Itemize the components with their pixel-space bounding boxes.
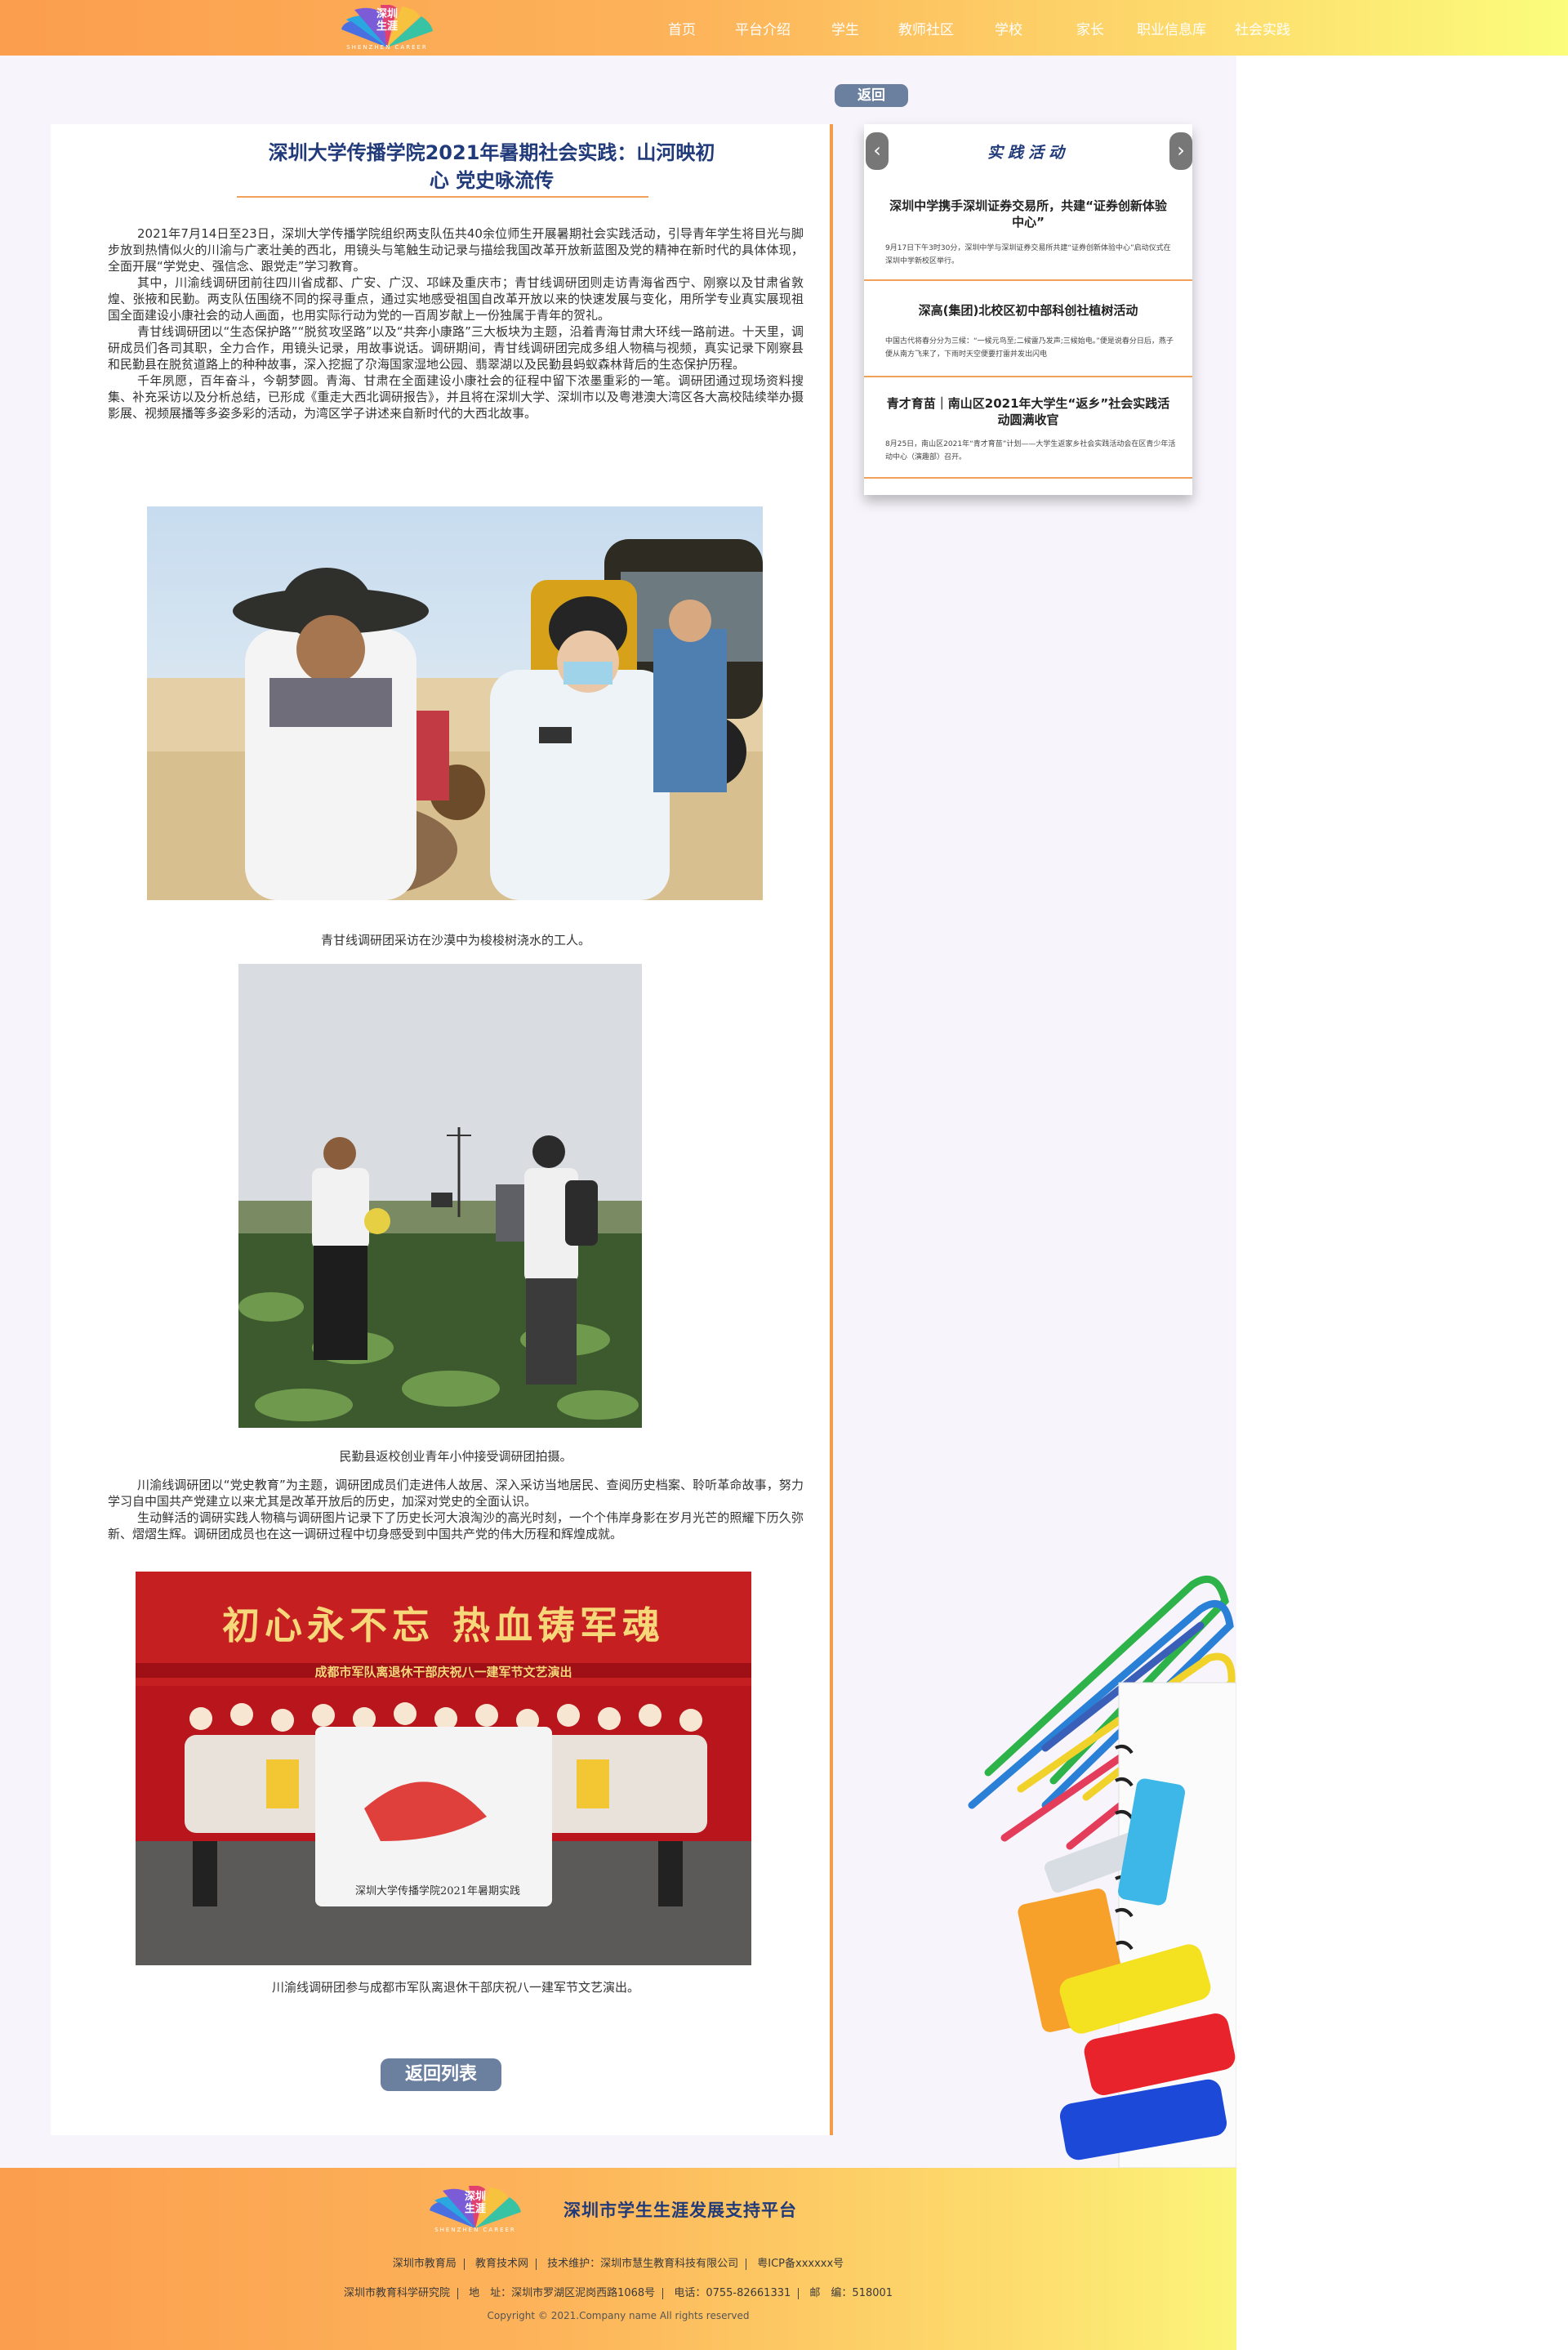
footer-address: 地 址：深圳市罗湖区泥岗西路1068号 — [469, 2287, 656, 2299]
article-title: 深圳大学传播学院2021年暑期社会实践：山河映初心 党史咏流传 — [268, 141, 715, 192]
nav-parent[interactable]: 家长 — [1076, 18, 1104, 38]
logo-text-line1: 深圳 — [464, 2191, 486, 2203]
news-summary: 9月17日下午3时30分，深圳中学与深圳证券交易所共建“证券创新体验中心”启动仪… — [885, 244, 1171, 265]
nav-career-database[interactable]: 职业信息库 — [1137, 18, 1206, 38]
footer-postcode: 邮 编：518001 — [809, 2287, 893, 2299]
back-to-list-button[interactable]: 返回列表 — [381, 2058, 501, 2091]
chevron-right-icon[interactable]: › — [1169, 132, 1192, 170]
article-card: 深圳大学传播学院2021年暑期社会实践：山河映初心 党史咏流传 2021年7月1… — [51, 124, 831, 2135]
logo-text-line2: 生涯 — [376, 20, 398, 33]
stationery-decoration — [968, 1575, 1236, 2168]
banner-slogan: 初心永不忘 热血铸军魂 — [221, 1603, 665, 1648]
sidebar-news-item[interactable]: 深高(集团)北校区初中部科创社植树活动 中国古代将春分分为三候：“一候元鸟至;二… — [864, 281, 1192, 377]
nav-student[interactable]: 学生 — [831, 18, 859, 38]
news-title: 深圳中学携手深圳证券交易所，共建“证券创新体验中心” — [889, 198, 1167, 230]
paragraph: 青甘线调研团以“生态保护路”“脱贫攻坚路”以及“共奔小康路”三大板块为主题，沿着… — [108, 324, 804, 372]
footer-info-line2: 深圳市教育科学研究院 地 址：深圳市罗湖区泥岗西路1068号 电话：0755-8… — [0, 2284, 1236, 2299]
top-header: 深圳 生涯 SHENZHEN CAREER 首页 平台介绍 学生 教师社区 学校… — [0, 0, 1568, 56]
article-divider — [830, 124, 833, 2135]
paragraph: 千年夙愿，百年奋斗，今朝梦圆。青海、甘肃在全面建设小康社会的征程中留下浓墨重彩的… — [108, 373, 804, 421]
logo-text-line1: 深圳 — [376, 8, 398, 20]
banner-subtitle: 成都市军队离退休干部庆祝八一建军节文艺演出 — [314, 1665, 572, 1679]
photo-caption: 青甘线调研团采访在沙漠中为梭梭树浇水的工人。 — [320, 933, 590, 948]
paragraph: 2021年7月14日至23日，深圳大学传播学院组织两支队伍共40余位师生开展暑期… — [108, 226, 804, 274]
news-summary: 8月25日，南山区2021年“青才育苗”计划——大学生返家乡社会实践活动会在区青… — [885, 440, 1176, 462]
news-title: 深高(集团)北校区初中部科创社植树活动 — [918, 303, 1138, 318]
footer-tech-maintenance: 技术维护：深圳市慧生教育科技有限公司 — [547, 2258, 739, 2270]
logo-english: SHENZHEN CAREER — [434, 2227, 516, 2233]
photo-caption: 民勤县返校创业青年小仲接受调研团拍摄。 — [339, 1449, 572, 1464]
news-summary: 中国古代将春分分为三候：“一候元鸟至;二候雷乃发声;三候始电。”便是说春分日后，… — [885, 337, 1174, 359]
footer-institute: 深圳市教育科学研究院 — [343, 2287, 450, 2299]
practice-sidebar: ‹ 实践活动 › 深圳中学携手深圳证券交易所，共建“证券创新体验中心” 9月17… — [864, 124, 1192, 495]
sidebar-news-item[interactable]: 深圳中学携手深圳证券交易所，共建“证券创新体验中心” 9月17日下午3时30分，… — [864, 185, 1192, 281]
sidebar-title: 实践活动 — [987, 144, 1069, 162]
article-body-block1: 2021年7月14日至23日，深圳大学传播学院组织两支队伍共40余位师生开展暑期… — [108, 225, 804, 421]
back-button[interactable]: 返回 — [835, 84, 908, 107]
paragraph: 其中，川渝线调研团前往四川省成都、广安、广汉、邛崃及重庆市；青甘线调研团则走访青… — [108, 275, 804, 323]
news-title: 青才育苗｜南山区2021年大学生“返乡”社会实践活动圆满收官 — [886, 396, 1170, 427]
title-underline — [237, 196, 648, 198]
nav-teacher-community[interactable]: 教师社区 — [898, 18, 954, 38]
article-body-block2: 川渝线调研团以“党史教育”为主题，调研团成员们走进伟人故居、深入采访当地居民、查… — [108, 1477, 804, 1542]
photo-desert-interview — [147, 506, 763, 900]
footer-copyright: Copyright © 2021.Company name All rights… — [487, 2310, 750, 2321]
paragraph: 生动鲜活的调研实践人物稿与调研图片记录下了历史长河大浪淘沙的高光时刻，一个个伟岸… — [108, 1510, 804, 1541]
footer-link-education-bureau[interactable]: 深圳市教育局 — [393, 2258, 457, 2270]
paragraph: 川渝线调研团以“党史教育”为主题，调研团成员们走进伟人故居、深入采访当地居民、查… — [108, 1478, 804, 1509]
site-logo[interactable]: 深圳 生涯 SHENZHEN CAREER — [330, 2, 444, 54]
footer-platform-title: 深圳市学生生涯发展支持平台 — [564, 2201, 797, 2220]
nav-platform-intro[interactable]: 平台介绍 — [735, 18, 791, 38]
footer-phone: 电话：0755-82661331 — [674, 2287, 791, 2299]
logo-text-line2: 生涯 — [464, 2203, 486, 2215]
nav-school[interactable]: 学校 — [995, 18, 1022, 38]
nav-social-practice[interactable]: 社会实践 — [1235, 18, 1290, 38]
logo-english: SHENZHEN CAREER — [346, 44, 428, 51]
footer-logo[interactable]: 深圳 生涯 SHENZHEN CAREER — [418, 2183, 532, 2236]
photo-caption: 川渝线调研团参与成都市军队离退休干部庆祝八一建军节文艺演出。 — [271, 1980, 639, 1995]
right-margin — [1236, 56, 1568, 2350]
site-footer: 深圳 生涯 SHENZHEN CAREER 深圳市学生生涯发展支持平台 深圳市教… — [0, 2168, 1236, 2350]
footer-link-edu-tech[interactable]: 教育技术网 — [475, 2258, 528, 2270]
nav-home[interactable]: 首页 — [668, 18, 696, 38]
photo-group-performance: 初心永不忘 热血铸军魂 成都市军队离退休干部庆祝八一建军节文艺演出 深圳大学传播… — [136, 1572, 751, 1965]
sidebar-news-item[interactable]: 青才育苗｜南山区2021年大学生“返乡”社会实践活动圆满收官 8月25日，南山区… — [864, 377, 1192, 479]
footer-icp[interactable]: 粤ICP备xxxxxx号 — [757, 2258, 844, 2270]
photo-melon-field — [238, 964, 642, 1428]
footer-info-line1: 深圳市教育局 教育技术网 技术维护：深圳市慧生教育科技有限公司 粤ICP备xxx… — [0, 2254, 1236, 2270]
flag-text: 深圳大学传播学院2021年暑期实践 — [354, 1885, 521, 1897]
